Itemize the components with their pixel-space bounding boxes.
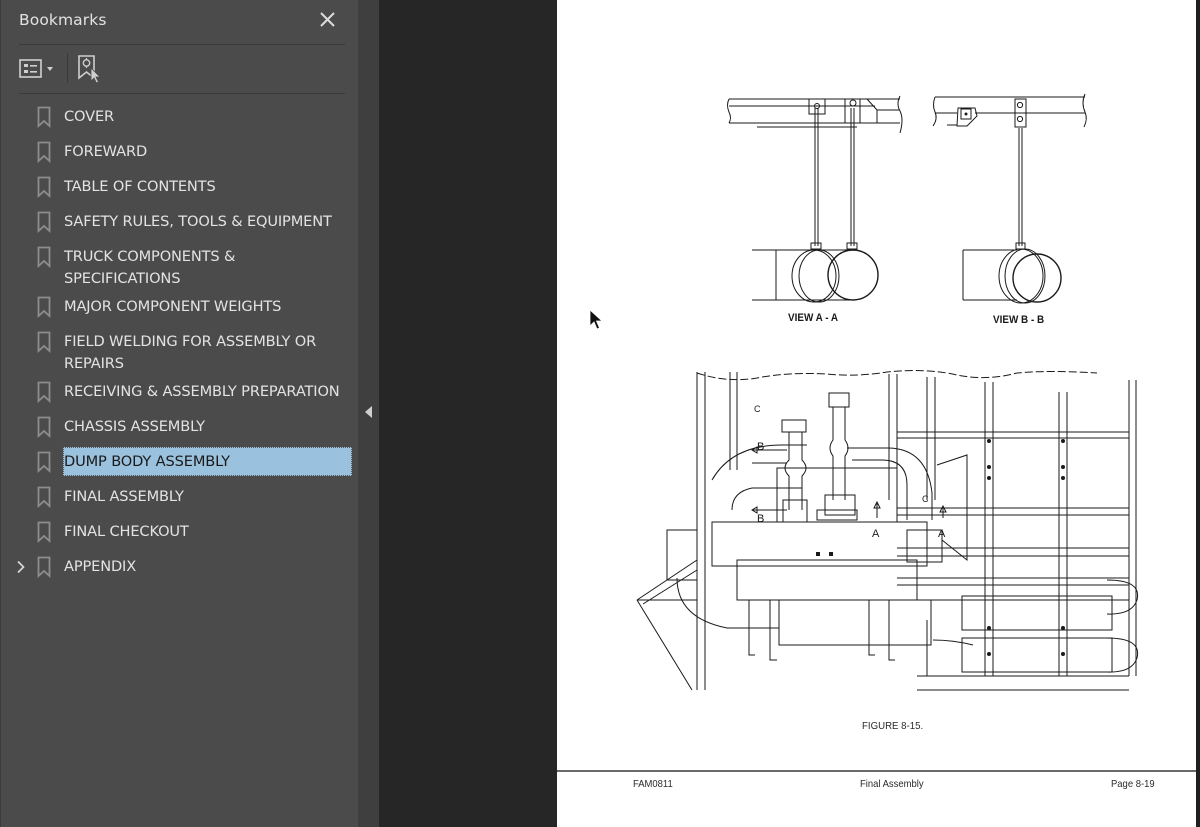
pdf-page: B B A A C C VIEW A - A VIEW B - B FIGURE… [557, 0, 1196, 827]
footer-section: Final Assembly [860, 778, 924, 790]
divider [19, 93, 345, 94]
bookmark-icon [37, 331, 51, 353]
list-options-icon [19, 59, 42, 78]
toolbar-separator [67, 53, 68, 83]
bookmark-label: TABLE OF CONTENTS [64, 178, 216, 195]
bookmark-icon [37, 451, 51, 473]
divider [19, 44, 345, 45]
callout-b: B [757, 441, 764, 453]
callout-b: B [757, 513, 764, 525]
bookmark-icon [37, 246, 51, 268]
bookmark-icon [37, 296, 51, 318]
bookmark-label: COVER [64, 108, 115, 125]
close-icon[interactable] [317, 9, 339, 31]
bookmark-icon [37, 381, 51, 403]
bookmark-icon [37, 521, 51, 543]
bookmarks-panel: Bookmarks COVER FOREWARD TABLE OF CONTEN… [0, 0, 358, 827]
chevron-left-icon [365, 406, 372, 418]
find-current-bookmark-icon [78, 55, 101, 84]
view-b-label: VIEW B - B [993, 314, 1045, 326]
bookmark-icon [37, 556, 51, 578]
callout-c: C [754, 404, 761, 414]
mouse-cursor-icon [589, 309, 603, 330]
figure-caption: FIGURE 8-15. [862, 720, 924, 732]
document-viewport[interactable]: B B A A C C VIEW A - A VIEW B - B FIGURE… [379, 0, 1200, 827]
view-a-label: VIEW A - A [788, 312, 839, 324]
list-options-button[interactable] [19, 57, 59, 81]
bookmark-icon [37, 486, 51, 508]
find-current-bookmark-button[interactable] [77, 54, 105, 84]
bookmark-label: SAFETY RULES, TOOLS & EQUIPMENT [64, 213, 332, 230]
bookmark-label: APPENDIX [64, 558, 137, 575]
main-assembly-drawing [636, 370, 1139, 691]
chevron-right-icon[interactable] [16, 560, 26, 574]
bookmark-icon [37, 416, 51, 438]
footer-divider [557, 770, 1196, 772]
page-edge [1196, 0, 1200, 827]
technical-drawing: B B A A C C [636, 93, 1139, 691]
view-b-b-drawing [932, 93, 1087, 304]
bookmark-label: DUMP BODY ASSEMBLY [63, 447, 352, 476]
collapse-panel-button[interactable] [358, 0, 379, 827]
bookmark-label: CHASSIS ASSEMBLY [64, 418, 205, 435]
callout-a: A [938, 528, 946, 540]
bookmark-label: MAJOR COMPONENT WEIGHTS [64, 298, 282, 315]
callout-a: A [872, 528, 880, 540]
bookmark-icon [37, 106, 51, 128]
view-a-a-drawing [727, 95, 903, 303]
bookmark-label: RECEIVING & ASSEMBLY PREPARATION [64, 383, 340, 400]
callout-c: C [922, 494, 929, 504]
bookmark-icon [37, 176, 51, 198]
footer-page-number: Page 8-19 [1111, 778, 1155, 790]
footer-doc-code: FAM0811 [633, 778, 673, 790]
bookmark-label: TRUCK COMPONENTS & SPECIFICATIONS [64, 248, 236, 287]
bookmark-label: FINAL ASSEMBLY [64, 488, 184, 505]
bookmark-icon [37, 141, 51, 163]
panel-title: Bookmarks [19, 11, 107, 29]
bookmark-label: FINAL CHECKOUT [64, 523, 189, 540]
bookmark-label: FIELD WELDING FOR ASSEMBLY OR REPAIRS [64, 333, 317, 372]
bookmark-icon [37, 211, 51, 233]
bookmark-label: FOREWARD [64, 143, 148, 160]
chevron-down-icon [47, 67, 53, 71]
